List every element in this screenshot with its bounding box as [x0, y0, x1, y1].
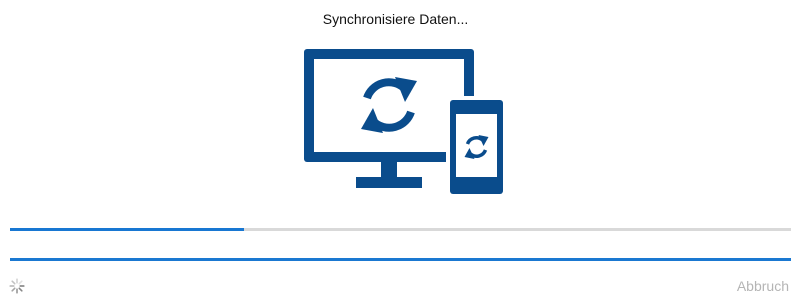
sync-progress-fill	[10, 228, 245, 231]
sync-status-title: Synchronisiere Daten...	[322, 11, 469, 27]
monitor-neck	[381, 162, 397, 177]
sync-progress-bar	[10, 228, 791, 231]
spinner-ray	[11, 280, 16, 285]
spinner-ray	[18, 280, 23, 285]
monitor-screen	[314, 59, 464, 152]
monitor-base	[356, 177, 422, 188]
spinner-ray	[18, 287, 23, 292]
phone-screen	[456, 114, 497, 177]
footer-divider	[10, 258, 791, 261]
monitor-phone-sync-icon	[304, 49, 506, 196]
spinner-ray	[11, 287, 16, 292]
